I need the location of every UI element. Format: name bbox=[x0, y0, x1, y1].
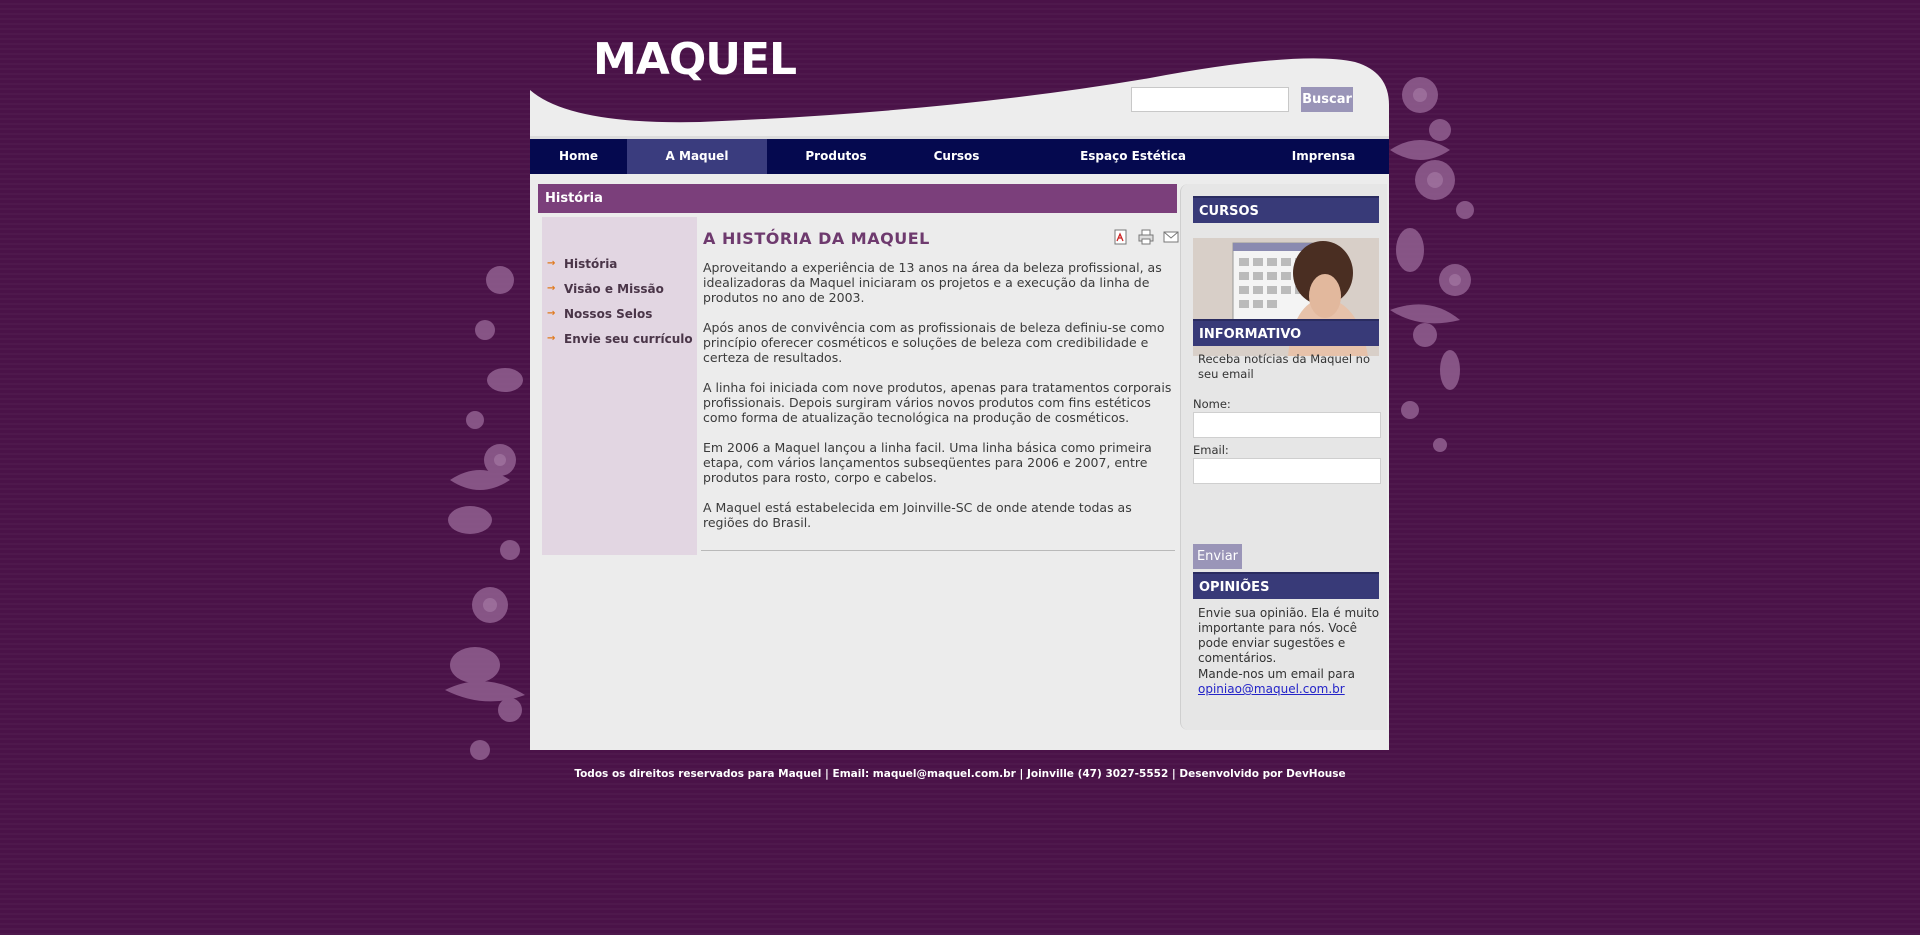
nav-item-home[interactable]: Home bbox=[530, 139, 627, 174]
enviar-button[interactable]: Enviar bbox=[1193, 544, 1242, 569]
sidebar: CURSOS INFORMATIVO Receba notícias da Ma… bbox=[1180, 184, 1387, 730]
content-area: História → História → Visão e Missão → Noss… bbox=[530, 174, 1389, 750]
floral-decoration-right bbox=[1390, 77, 1474, 452]
opinioes-contact-text: Mande-nos um email para bbox=[1198, 667, 1355, 681]
site-container: MAQUEL Buscar Home A Maquel Produtos Cur… bbox=[530, 0, 1389, 750]
submenu-item-historia[interactable]: → História bbox=[542, 255, 693, 280]
bullet-arrow-icon: → bbox=[547, 283, 556, 294]
name-field[interactable] bbox=[1193, 412, 1381, 438]
opinioes-heading: OPINIÕES bbox=[1193, 572, 1379, 599]
nav-item-imprensa[interactable]: Imprensa bbox=[1258, 139, 1389, 174]
bullet-arrow-icon: → bbox=[547, 308, 556, 319]
bullet-arrow-icon: → bbox=[547, 258, 556, 269]
footer: Todos os direitos reservados para Maquel… bbox=[574, 768, 1346, 780]
header: MAQUEL Buscar bbox=[530, 0, 1389, 140]
nav-item-a-maquel[interactable]: A Maquel bbox=[627, 139, 767, 174]
floral-decoration-left bbox=[445, 266, 525, 760]
article-title: A HISTÓRIA DA MAQUEL bbox=[703, 229, 930, 248]
nav-item-cursos[interactable]: Cursos bbox=[905, 139, 1008, 174]
cursos-heading: CURSOS bbox=[1193, 196, 1379, 223]
print-icon[interactable] bbox=[1138, 229, 1154, 245]
email-field[interactable] bbox=[1193, 458, 1381, 484]
search-input[interactable] bbox=[1131, 87, 1289, 112]
submenu-item-envie-curriculo[interactable]: → Envie seu currículo bbox=[542, 330, 693, 355]
name-label: Nome: bbox=[1193, 397, 1231, 411]
article-paragraph: Em 2006 a Maquel lançou a linha facil. U… bbox=[703, 440, 1152, 485]
nav-item-produtos[interactable]: Produtos bbox=[767, 139, 905, 174]
submenu-list: → História → Visão e Missão → Nossos Selos … bbox=[542, 255, 693, 355]
article: A HISTÓRIA DA MAQUEL Aproveitando a expe… bbox=[703, 229, 1173, 545]
article-body: Aproveitando a experiência de 13 anos na… bbox=[703, 260, 1173, 530]
search-button[interactable]: Buscar bbox=[1301, 87, 1353, 112]
article-paragraph: A Maquel está estabelecida em Joinville-… bbox=[703, 500, 1132, 530]
submenu-item-visao-missao[interactable]: → Visão e Missão bbox=[542, 280, 693, 305]
informativo-text: Receba notícias da Maquel no seu email bbox=[1198, 352, 1371, 381]
submenu-panel: → História → Visão e Missão → Nossos Selos … bbox=[542, 217, 697, 555]
article-paragraph: A linha foi iniciada com nove produtos, … bbox=[703, 380, 1172, 425]
submenu-item-label: Nossos Selos bbox=[564, 307, 653, 321]
email-icon[interactable] bbox=[1163, 229, 1179, 245]
article-divider bbox=[701, 550, 1175, 551]
article-paragraph: Aproveitando a experiência de 13 anos na… bbox=[703, 260, 1162, 305]
opinioes-contact: Mande-nos um email para opiniao@maquel.c… bbox=[1198, 667, 1381, 697]
pdf-icon[interactable] bbox=[1113, 229, 1129, 245]
opinioes-text: Envie sua opinião. Ela é muito important… bbox=[1198, 606, 1380, 665]
section-title-bar: História bbox=[538, 184, 1177, 213]
nav-item-espaco-estetica[interactable]: Espaço Estética bbox=[1008, 139, 1258, 174]
maquel-logo[interactable]: MAQUEL bbox=[593, 38, 797, 82]
submenu-item-nossos-selos[interactable]: → Nossos Selos bbox=[542, 305, 693, 330]
submenu-item-label: História bbox=[564, 257, 618, 271]
email-label: Email: bbox=[1193, 443, 1229, 457]
informativo-heading: INFORMATIVO bbox=[1193, 319, 1379, 346]
article-paragraph: Após anos de convivência com as profissi… bbox=[703, 320, 1165, 365]
opinioes-email-link[interactable]: opiniao@maquel.com.br bbox=[1198, 682, 1345, 696]
submenu-item-label: Visão e Missão bbox=[564, 282, 664, 296]
main-nav: Home A Maquel Produtos Cursos Espaço Est… bbox=[530, 139, 1389, 174]
submenu-item-label: Envie seu currículo bbox=[564, 332, 693, 346]
bullet-arrow-icon: → bbox=[547, 333, 556, 344]
article-tools bbox=[1113, 229, 1183, 249]
